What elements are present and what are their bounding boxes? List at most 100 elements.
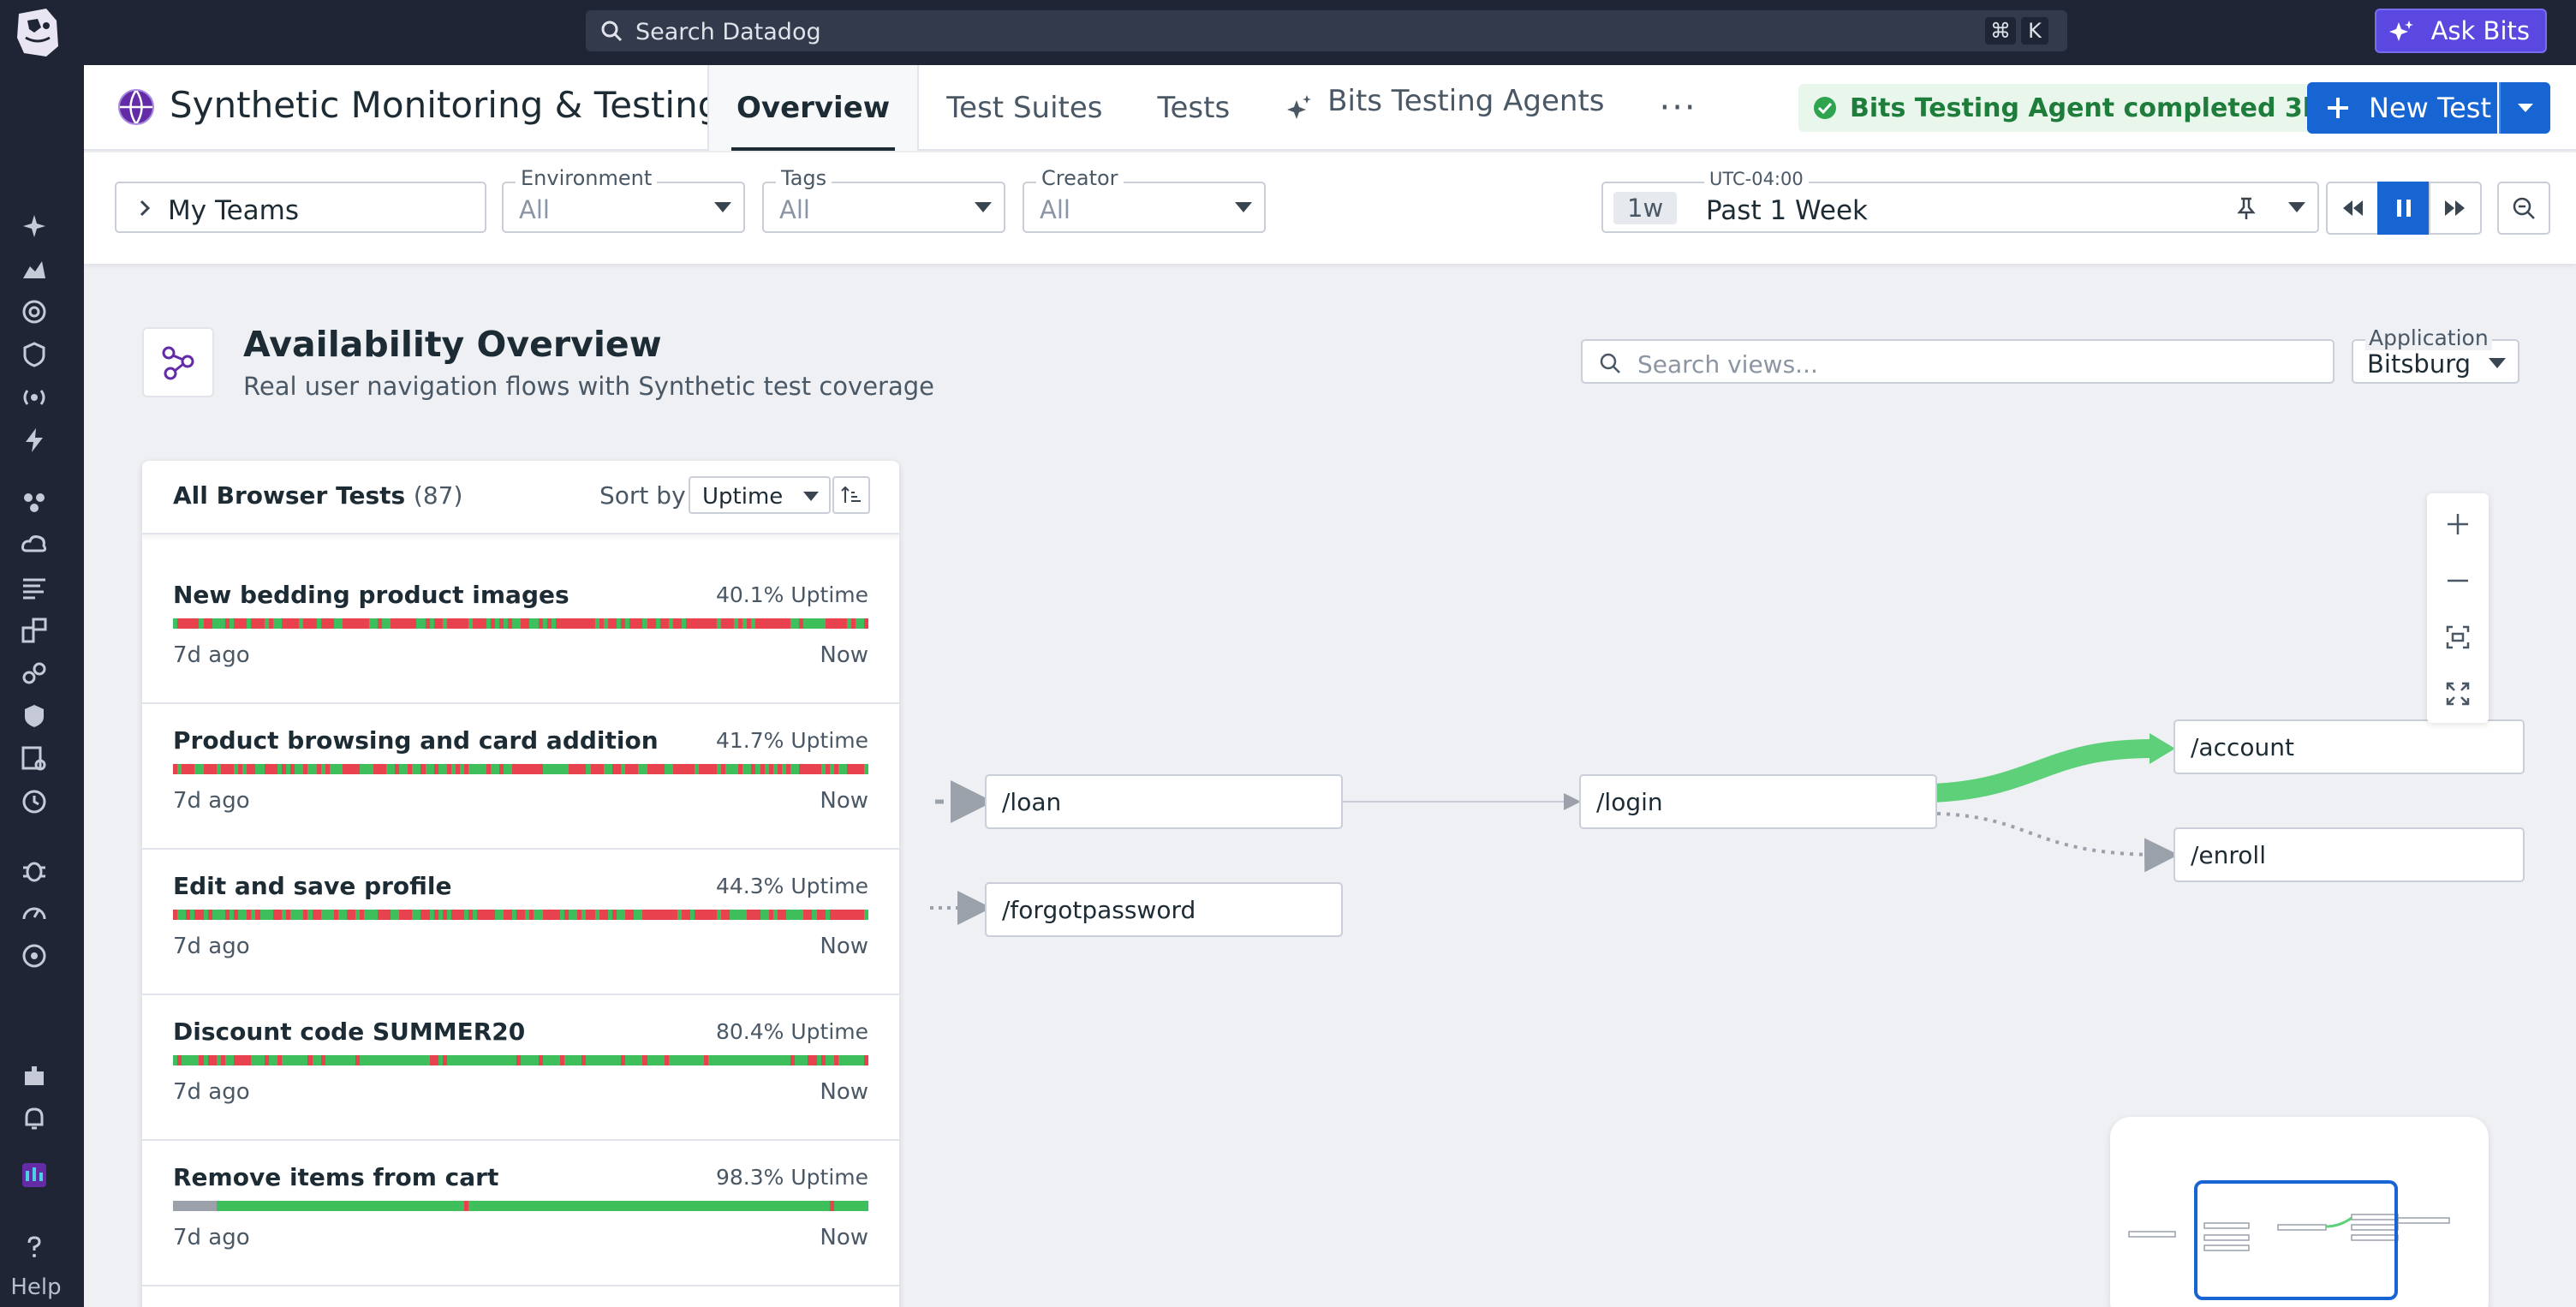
test-row[interactable]: New bedding product images 40.1% Uptime 7d… <box>142 558 899 704</box>
shortcut-cmd-key: ⌘ <box>1985 17 2016 45</box>
uptime-segment <box>864 1201 868 1211</box>
flow-node-enroll[interactable]: /enroll <box>2174 827 2525 882</box>
plus-icon <box>2448 514 2468 534</box>
expand-icon <box>2446 682 2470 706</box>
my-teams-toggle[interactable]: My Teams <box>115 182 486 233</box>
creator-value: All <box>1040 195 1070 224</box>
test-name: Product browsing and card addition <box>173 726 659 755</box>
environment-select[interactable]: Environment All <box>502 166 745 233</box>
fit-view-button[interactable] <box>2441 620 2475 654</box>
uptime-segment <box>864 1055 868 1065</box>
creator-legend: Creator <box>1036 166 1124 190</box>
more-tabs-button[interactable]: ··· <box>1632 65 1725 151</box>
tags-value: All <box>779 195 810 224</box>
sort-direction-button[interactable] <box>832 476 870 514</box>
time-range-picker[interactable]: UTC-04:00 1w Past 1 Week <box>1601 169 2319 233</box>
new-test-label: New Test <box>2369 92 2491 124</box>
tab-bar: Overview Test Suites Tests Bits Testing … <box>707 65 1725 151</box>
tab-tests[interactable]: Tests <box>1130 65 1258 151</box>
chevron-down-icon <box>2489 358 2506 368</box>
ask-bits-label: Ask Bits <box>2430 16 2530 45</box>
tags-legend: Tags <box>776 166 832 190</box>
cloud-cost-icon[interactable] <box>17 528 51 562</box>
synthetics-icon[interactable] <box>17 896 51 930</box>
reports-icon[interactable] <box>17 742 51 776</box>
tab-test-suites[interactable]: Test Suites <box>919 65 1130 151</box>
flow-node-login[interactable]: /login <box>1579 774 1937 829</box>
ask-bits-button[interactable]: Ask Bits <box>2374 9 2547 53</box>
test-range-start: 7d ago <box>173 788 250 814</box>
test-range-end: Now <box>820 934 868 959</box>
test-name: Discount code SUMMER20 <box>173 1018 526 1046</box>
sort-select[interactable]: Uptime <box>689 476 831 514</box>
test-range-start: 7d ago <box>173 1225 250 1250</box>
creator-select[interactable]: Creator All <box>1023 166 1266 233</box>
chevron-down-icon <box>803 492 819 501</box>
graph-minimap[interactable] <box>2110 1117 2489 1307</box>
test-row[interactable]: Remove items from cart 98.3% Uptime 7d ago… <box>142 1141 899 1286</box>
tab-label: Tests <box>1157 91 1231 125</box>
zoom-in-button[interactable] <box>2441 507 2475 541</box>
test-row[interactable]: Product browsing and card addition 41.7% … <box>142 704 899 850</box>
apm-icon[interactable] <box>17 613 51 648</box>
chevron-down-icon[interactable] <box>2288 202 2305 212</box>
infrastructure-icon[interactable] <box>17 485 51 519</box>
help-icon[interactable] <box>17 1230 51 1264</box>
flow-node-loan[interactable]: /loan <box>985 774 1343 829</box>
new-test-button[interactable]: New Test <box>2307 82 2497 134</box>
test-range-start: 7d ago <box>173 1079 250 1105</box>
fullscreen-button[interactable] <box>2441 677 2475 711</box>
datadog-logo-icon[interactable] <box>12 3 63 60</box>
time-range-value: Past 1 Week <box>1706 195 1868 226</box>
uptime-bar <box>173 1055 868 1065</box>
rewind-icon <box>2343 200 2363 216</box>
views-search-input[interactable]: Search views... <box>1581 339 2334 384</box>
bell-icon[interactable] <box>17 1101 51 1136</box>
tab-overview[interactable]: Overview <box>707 65 920 151</box>
target-icon[interactable] <box>17 295 51 329</box>
global-search-input[interactable]: Search Datadog ⌘ K <box>586 10 2067 51</box>
zoom-out-button[interactable] <box>2441 564 2475 598</box>
application-select[interactable]: Application Bitsburg <box>2352 325 2519 384</box>
test-row[interactable]: Edit and save profile 44.3% Uptime 7d ago N… <box>142 850 899 995</box>
test-range-end: Now <box>820 788 868 814</box>
test-range-end: Now <box>820 642 868 668</box>
tab-bits-testing-agents[interactable]: Bits Testing Agents <box>1257 65 1631 151</box>
panel-test-count: (87) <box>413 481 463 510</box>
flow-node-forgotpassword[interactable]: /forgotpassword <box>985 882 1343 937</box>
timezone-label: UTC-04:00 <box>1704 169 1809 189</box>
more-icon: ··· <box>1659 88 1697 128</box>
search-icon <box>1600 353 1620 373</box>
flow-node-account[interactable]: /account <box>2174 719 2525 774</box>
fast-forward-button[interactable] <box>2429 182 2482 235</box>
dashboards-icon[interactable] <box>17 252 51 286</box>
sparkle-icon[interactable] <box>17 209 51 243</box>
bug-icon[interactable] <box>17 853 51 887</box>
panel-title: All Browser Tests (87) <box>173 481 462 510</box>
test-row[interactable]: Discount code SUMMER20 80.4% Uptime 7d ago… <box>142 995 899 1141</box>
tab-label: Overview <box>736 91 891 125</box>
edge-login-account <box>1933 738 2159 803</box>
logs-icon[interactable] <box>17 570 51 605</box>
rewind-button[interactable] <box>2326 182 2379 235</box>
test-name: Remove items from cart <box>173 1163 499 1191</box>
rum-icon[interactable] <box>17 785 51 819</box>
search-icon <box>601 21 623 42</box>
pause-button[interactable] <box>2377 182 2430 235</box>
minus-icon <box>2448 579 2468 582</box>
security-icon[interactable] <box>17 699 51 733</box>
application-value: Bitsburg <box>2367 349 2472 379</box>
shield-icon[interactable] <box>17 337 51 372</box>
pin-icon[interactable] <box>2233 195 2259 221</box>
help-label[interactable]: Help <box>0 1274 72 1300</box>
tags-select[interactable]: Tags All <box>762 166 1005 233</box>
signal-icon[interactable] <box>17 380 51 415</box>
user-avatar-icon[interactable] <box>17 1158 51 1192</box>
link-icon[interactable] <box>17 656 51 690</box>
bolt-icon[interactable] <box>17 423 51 457</box>
synthetics-globe-icon <box>118 89 154 125</box>
new-test-dropdown-button[interactable] <box>2499 82 2550 134</box>
zoom-out-time-button[interactable] <box>2497 182 2550 235</box>
integrations-icon[interactable] <box>17 1059 51 1093</box>
search-monitor-icon[interactable] <box>17 939 51 973</box>
